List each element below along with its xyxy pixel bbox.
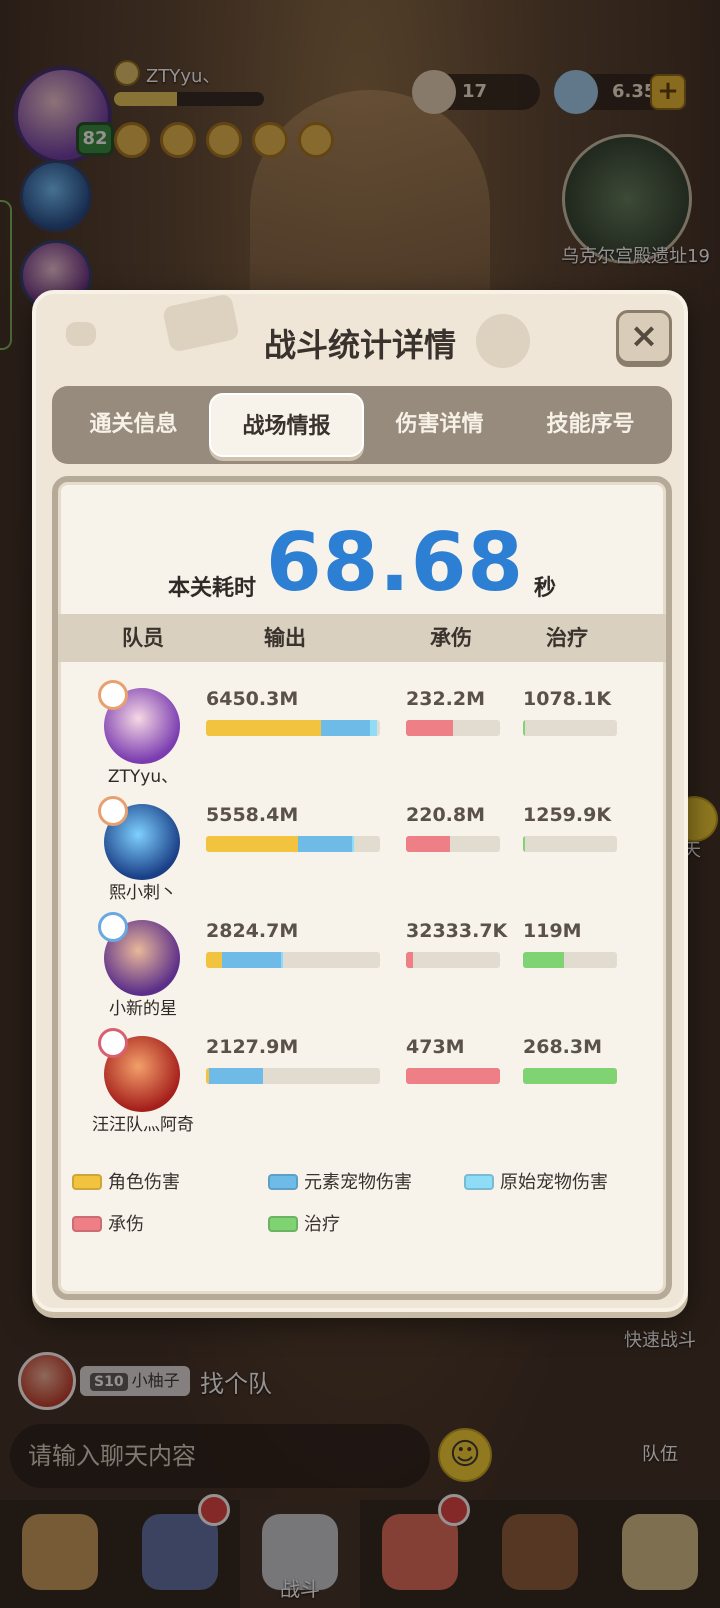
time-unit: 秒 — [534, 576, 557, 601]
col-output: 输出 — [264, 626, 306, 650]
heal-value: 1078.1K — [523, 688, 612, 710]
heal-segment — [523, 952, 565, 968]
clear-time: 本关耗时 68.68 秒 — [58, 518, 666, 608]
tank-value: 32333.7K — [406, 920, 508, 942]
role-damage-segment — [206, 952, 222, 968]
heal-bar — [523, 836, 617, 852]
output-value: 2824.7M — [206, 920, 299, 942]
member-name: 熙小刺丶 — [109, 883, 177, 903]
legend-elem-label: 元素宠物伤害 — [304, 1172, 412, 1193]
output-bar — [206, 720, 380, 736]
legend-tank-label: 承伤 — [108, 1214, 144, 1235]
class-badge-icon — [98, 680, 128, 710]
legend-swatch — [72, 1174, 102, 1190]
stats-panel: 本关耗时 68.68 秒 队员 输出 承伤 治疗 ZTYyu、 6450.3M 232.… — [52, 476, 672, 1300]
stats-row: 汪汪队灬阿奇 2127.9M 473M 268.3M — [58, 1018, 666, 1136]
heal-segment — [523, 836, 525, 852]
member-name: 小新的星 — [109, 999, 177, 1019]
class-badge-icon — [98, 1028, 128, 1058]
output-value: 5558.4M — [206, 804, 299, 826]
orig-pet-damage-segment — [369, 720, 377, 736]
tab-damage-details[interactable]: 伤害详情 — [364, 393, 515, 457]
orig-pet-damage-segment — [280, 952, 283, 968]
heal-value: 1259.9K — [523, 804, 612, 826]
output-value: 2127.9M — [206, 1036, 299, 1058]
tank-bar — [406, 720, 500, 736]
tank-bar — [406, 836, 500, 852]
stats-row: ZTYyu、 6450.3M 232.2M 1078.1K — [58, 670, 666, 788]
col-member: 队员 — [122, 626, 164, 650]
legend-swatch — [268, 1216, 298, 1232]
legend-elem: 元素宠物伤害 — [268, 1168, 412, 1194]
col-heal: 治疗 — [546, 626, 588, 650]
legend-swatch — [72, 1216, 102, 1232]
tank-bar — [406, 952, 500, 968]
heal-value: 119M — [523, 920, 582, 942]
legend-role-label: 角色伤害 — [108, 1172, 180, 1193]
heal-segment — [523, 720, 525, 736]
time-label: 本关耗时 — [167, 576, 256, 601]
legend-orig-label: 原始宠物伤害 — [500, 1172, 608, 1193]
legend-heal: 治疗 — [268, 1210, 340, 1236]
battle-stats-modal: 战斗统计详情 × 通关信息 战场情报 伤害详情 技能序号 本关耗时 68.68 秒 … — [32, 290, 688, 1312]
tank-segment — [406, 952, 413, 968]
role-damage-segment — [206, 720, 321, 736]
elem-pet-damage-segment — [320, 720, 370, 736]
legend-tank: 承伤 — [72, 1210, 144, 1236]
close-icon: × — [629, 316, 659, 356]
stats-row: 小新的星 2824.7M 32333.7K 119M — [58, 902, 666, 1020]
elem-pet-damage-segment — [209, 1068, 264, 1084]
legend-role: 角色伤害 — [72, 1168, 180, 1194]
close-button[interactable]: × — [616, 310, 672, 364]
col-tank: 承伤 — [430, 626, 472, 650]
stats-table-header: 队员 输出 承伤 治疗 — [58, 614, 666, 662]
output-value: 6450.3M — [206, 688, 299, 710]
legend-swatch — [464, 1174, 494, 1190]
class-badge-icon — [98, 796, 128, 826]
modal-title: 战斗统计详情 — [263, 326, 456, 364]
time-value: 68.68 — [265, 516, 525, 609]
legend-swatch — [268, 1174, 298, 1190]
tab-clear-info[interactable]: 通关信息 — [58, 393, 209, 457]
stats-row: 熙小刺丶 5558.4M 220.8M 1259.9K — [58, 786, 666, 904]
output-bar — [206, 836, 380, 852]
legend-orig: 原始宠物伤害 — [464, 1168, 608, 1194]
heal-value: 268.3M — [523, 1036, 603, 1058]
tank-segment — [406, 1068, 500, 1084]
tank-bar — [406, 1068, 500, 1084]
heal-bar — [523, 720, 617, 736]
member-name: 汪汪队灬阿奇 — [92, 1115, 194, 1135]
heal-bar — [523, 952, 617, 968]
tank-value: 220.8M — [406, 804, 486, 826]
orig-pet-damage-segment — [352, 836, 354, 852]
tank-segment — [406, 720, 453, 736]
tank-segment — [406, 836, 451, 852]
heal-bar — [523, 1068, 617, 1084]
elem-pet-damage-segment — [221, 952, 281, 968]
member-name: ZTYyu、 — [107, 767, 179, 787]
tank-value: 232.2M — [406, 688, 486, 710]
output-bar — [206, 952, 380, 968]
role-damage-segment — [206, 836, 299, 852]
heal-segment — [523, 1068, 617, 1084]
elem-pet-damage-segment — [298, 836, 353, 852]
output-bar — [206, 1068, 380, 1084]
legend-heal-label: 治疗 — [304, 1214, 340, 1235]
class-badge-icon — [98, 912, 128, 942]
tab-battlefield-intel[interactable]: 战场情报 — [209, 393, 364, 457]
stats-tabs: 通关信息 战场情报 伤害详情 技能序号 — [52, 386, 672, 464]
tab-skill-order[interactable]: 技能序号 — [515, 393, 666, 457]
tank-value: 473M — [406, 1036, 465, 1058]
